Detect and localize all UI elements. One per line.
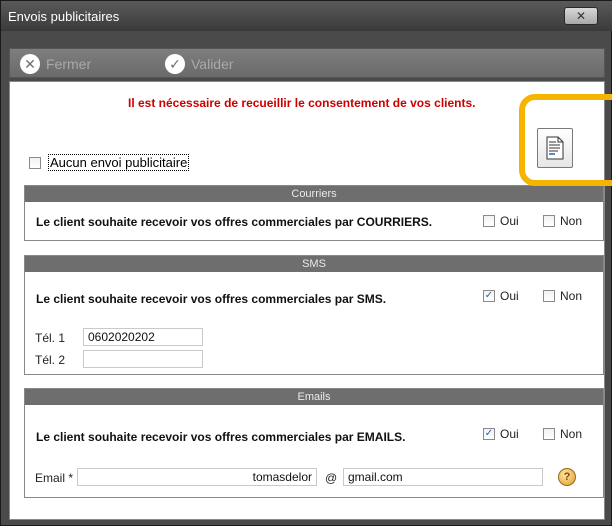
window-close-button[interactable]: ✕ <box>564 7 598 25</box>
document-icon <box>546 136 564 160</box>
consent-notice: Il est nécessaire de recueillir le conse… <box>128 96 476 110</box>
no-ads-checkbox[interactable] <box>29 156 41 169</box>
email-at-sign: @ <box>325 471 338 485</box>
sms-non-label: Non <box>560 289 583 303</box>
title-bar: Envois publicitaires ✕ <box>1 1 612 31</box>
mail-oui-option[interactable]: Oui <box>483 214 519 228</box>
document-button[interactable] <box>537 128 573 168</box>
mail-oui-checkbox[interactable] <box>483 215 495 227</box>
email-user-input[interactable]: tomasdelor <box>77 468 317 486</box>
mail-question: Le client souhaite recevoir vos offres c… <box>36 215 433 229</box>
tel2-label: Tél. 2 <box>35 353 66 367</box>
toolbar: ✕ Fermer ✓ Valider <box>9 48 605 78</box>
sms-question: Le client souhaite recevoir vos offres c… <box>36 292 387 306</box>
email-label: Email * <box>35 471 74 485</box>
tel2-input[interactable] <box>83 350 203 368</box>
tel1-input[interactable]: 0602020202 <box>83 328 203 346</box>
no-ads-label: Aucun envoi publicitaire <box>48 154 190 171</box>
mail-non-option[interactable]: Non <box>543 214 582 228</box>
mail-oui-label: Oui <box>500 214 519 228</box>
sms-oui-checkbox[interactable]: ✓ <box>483 290 495 302</box>
email-non-checkbox[interactable] <box>543 428 555 440</box>
tel1-label: Tél. 1 <box>35 331 66 345</box>
question-icon: ? <box>563 471 571 483</box>
no-ads-option[interactable]: Aucun envoi publicitaire <box>29 154 190 171</box>
sms-oui-label: Oui <box>500 289 519 303</box>
email-help-button[interactable]: ? <box>558 468 576 486</box>
email-non-label: Non <box>560 427 583 441</box>
email-non-option[interactable]: Non <box>543 427 582 441</box>
section-sms-header: SMS <box>25 256 603 272</box>
dialog-window: Envois publicitaires ✕ ✕ Fermer ✓ Valide… <box>0 0 612 526</box>
email-oui-checkbox[interactable]: ✓ <box>483 428 495 440</box>
sms-non-checkbox[interactable] <box>543 290 555 302</box>
close-icon: ✕ <box>575 9 587 23</box>
mail-non-checkbox[interactable] <box>543 215 555 227</box>
email-question: Le client souhaite recevoir vos offres c… <box>36 430 406 444</box>
validate-button-label: Valider <box>191 56 234 72</box>
mail-non-label: Non <box>560 214 583 228</box>
section-mail: Courriers Le client souhaite recevoir vo… <box>24 185 604 241</box>
email-oui-option[interactable]: ✓ Oui <box>483 427 519 441</box>
sms-non-option[interactable]: Non <box>543 289 582 303</box>
section-sms: SMS Le client souhaite recevoir vos offr… <box>24 255 604 375</box>
close-button[interactable]: ✕ Fermer <box>20 53 91 75</box>
validate-button[interactable]: ✓ Valider <box>165 53 234 75</box>
section-mail-header: Courriers <box>25 186 603 202</box>
check-circle-icon: ✓ <box>165 54 185 74</box>
close-circle-icon: ✕ <box>20 54 40 74</box>
sms-oui-option[interactable]: ✓ Oui <box>483 289 519 303</box>
close-button-label: Fermer <box>46 56 92 72</box>
content-panel: Il est nécessaire de recueillir le conse… <box>9 81 612 520</box>
section-email-header: Emails <box>25 389 603 405</box>
email-domain-input[interactable]: gmail.com <box>343 468 543 486</box>
section-email: Emails Le client souhaite recevoir vos o… <box>24 388 604 498</box>
email-oui-label: Oui <box>500 427 519 441</box>
window-title: Envois publicitaires <box>8 9 120 24</box>
